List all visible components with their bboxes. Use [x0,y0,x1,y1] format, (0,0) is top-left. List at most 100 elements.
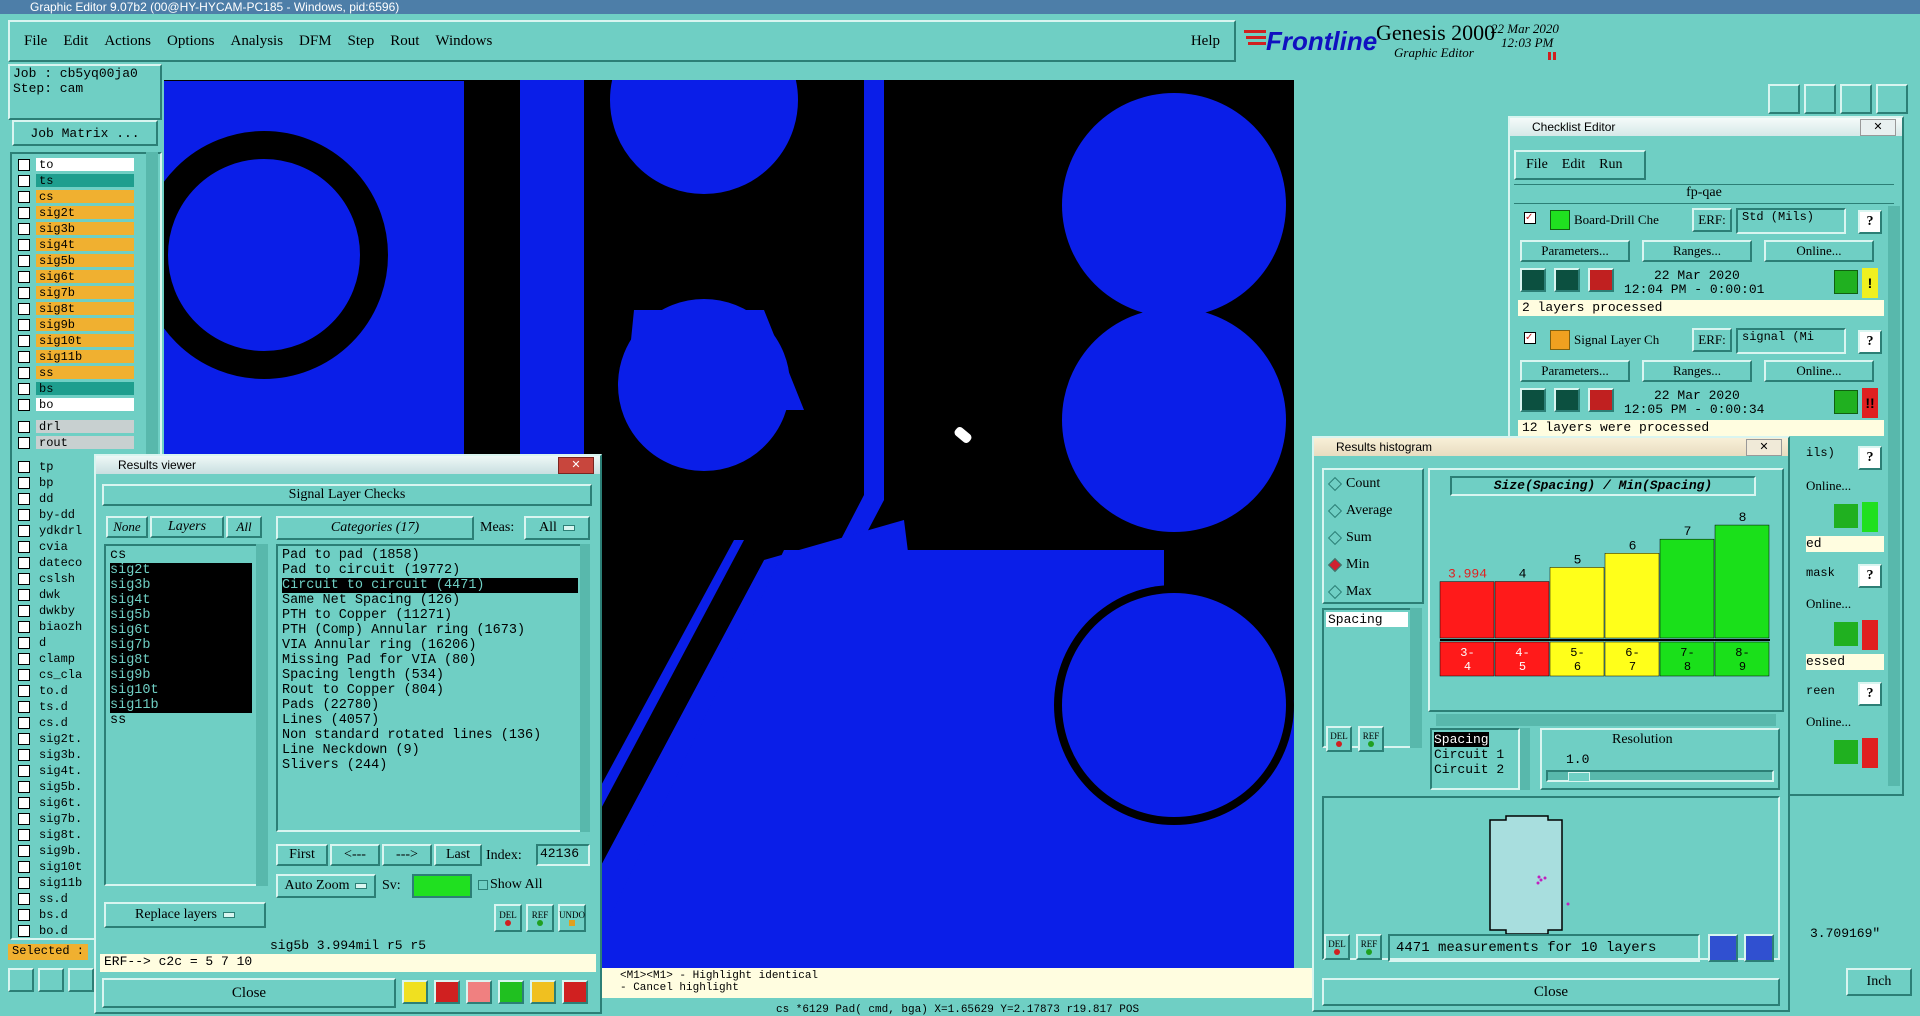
selection-scrollbar[interactable] [1520,728,1530,790]
layer-checkbox[interactable] [18,159,30,171]
layer-checkbox[interactable] [18,813,30,825]
layer-checkbox[interactable] [18,589,30,601]
layer-checkbox[interactable] [18,207,30,219]
tool-icon-a[interactable] [1768,84,1800,114]
layer-checkbox[interactable] [18,541,30,553]
checklist-scrollbar[interactable] [1888,206,1900,786]
category-item[interactable]: PTH to Copper (11271) [282,608,580,623]
tool-icon-3[interactable] [68,968,94,992]
layer-checkbox[interactable] [18,909,30,921]
layer-name[interactable]: sig5b [36,254,134,268]
checklist-close-x[interactable]: ✕ [1860,119,1896,136]
histogram-bar[interactable] [1659,538,1715,639]
zoom-icon[interactable] [1834,270,1858,294]
menu-analysis[interactable]: Analysis [231,33,284,50]
tool-icon-1[interactable] [8,968,34,992]
layer-name[interactable]: to [36,158,134,172]
checklist-menu-file[interactable]: File [1526,157,1548,173]
none-button[interactable]: None [106,516,148,538]
layer-name[interactable]: sig11b [36,350,134,364]
help-button-3[interactable]: ? [1858,446,1882,470]
layer-checkbox[interactable] [18,925,30,937]
tool-icon-c[interactable] [1840,84,1872,114]
histogram-list-scrollbar[interactable] [1410,608,1422,748]
report-icon[interactable] [1744,934,1774,962]
action-icon-1[interactable] [402,980,428,1004]
layer-checkbox[interactable] [18,335,30,347]
online-button-2[interactable]: Online... [1764,360,1874,382]
resolution-slider[interactable] [1546,770,1774,782]
result-layer-item[interactable]: sig2t [110,563,252,578]
histogram-option[interactable]: Count [1324,470,1422,497]
layer-checkbox[interactable] [18,287,30,299]
result-layer-item[interactable]: sig6t [110,623,252,638]
result-layer-item[interactable]: sig5b [110,608,252,623]
params-button-2[interactable]: Parameters... [1520,360,1630,382]
run-icon[interactable] [1588,268,1614,292]
layer-checkbox[interactable] [18,701,30,713]
layer-checkbox[interactable] [18,893,30,905]
category-item[interactable]: VIA Annular ring (16206) [282,638,580,653]
category-item[interactable]: Missing Pad for VIA (80) [282,653,580,668]
ranges-button-2[interactable]: Ranges... [1642,360,1752,382]
layer-checkbox[interactable] [18,383,30,395]
layer-checkbox[interactable] [18,239,30,251]
replace-layers-select[interactable]: Replace layers [104,902,266,928]
layer-checkbox[interactable] [18,845,30,857]
result-layer-item[interactable]: sig9b [110,668,252,683]
run-icon[interactable] [1520,268,1546,292]
category-item[interactable]: Non standard rotated lines (136) [282,728,580,743]
category-item[interactable]: Spacing length (534) [282,668,580,683]
result-layer-item[interactable]: sig11b [110,698,252,713]
check-toggle-2[interactable]: ✓ [1524,332,1536,344]
layer-name[interactable]: sig6t [36,270,134,284]
result-layer-item[interactable]: sig3b [110,578,252,593]
layer-name[interactable]: drl [36,420,134,434]
layer-name[interactable]: bo [36,398,134,412]
layer-name[interactable]: rout [36,436,134,450]
category-item[interactable]: PTH (Comp) Annular ring (1673) [282,623,580,638]
layer-checkbox[interactable] [18,685,30,697]
undo-button[interactable]: UNDO [558,904,586,932]
run-icon[interactable] [1588,388,1614,412]
layer-checkbox[interactable] [18,557,30,569]
action-icon-5[interactable] [530,980,556,1004]
category-item[interactable]: Circuit to circuit (4471) [282,578,578,593]
zoom-icon[interactable] [1834,740,1858,764]
layer-name[interactable]: sig8t [36,302,134,316]
layer-name[interactable]: cs [36,190,134,204]
action-icon-3[interactable] [466,980,492,1004]
histogram-bar[interactable] [1604,553,1660,639]
preview-del-button[interactable]: DEL [1324,934,1350,960]
ref-button[interactable]: REF [526,904,554,932]
layer-checkbox[interactable] [18,175,30,187]
menu-dfm[interactable]: DFM [299,33,332,50]
del-button[interactable]: DEL [494,904,522,932]
menu-file[interactable]: File [24,33,47,50]
sel-item[interactable]: Circuit 2 [1434,762,1516,777]
layer-checkbox[interactable] [18,605,30,617]
layer-checkbox[interactable] [18,621,30,633]
category-item[interactable]: Lines (4057) [282,713,580,728]
category-item[interactable]: Pad to circuit (19772) [282,563,580,578]
sel-item[interactable]: Circuit 1 [1434,747,1516,762]
menu-step[interactable]: Step [348,33,375,50]
menu-rout[interactable]: Rout [390,33,419,50]
tool-icon-d[interactable] [1876,84,1908,114]
results-layer-scrollbar[interactable] [256,544,268,886]
ranges-button-1[interactable]: Ranges... [1642,240,1752,262]
histogram-option[interactable]: Max [1324,578,1422,605]
layer-checkbox[interactable] [18,461,30,473]
layer-checkbox[interactable] [18,509,30,521]
results-close-button[interactable]: Close [102,978,396,1008]
histogram-bar[interactable] [1494,581,1550,639]
layer-name[interactable]: sig2t [36,206,134,220]
histogram-bar[interactable] [1439,581,1495,639]
units-button[interactable]: Inch [1846,968,1912,996]
help-button-1[interactable]: ? [1858,210,1882,234]
layer-checkbox[interactable] [18,223,30,235]
layer-name[interactable]: ts [36,174,134,188]
category-item[interactable]: Pads (22780) [282,698,580,713]
show-all-checkbox[interactable] [478,880,488,890]
action-icon-2[interactable] [434,980,460,1004]
